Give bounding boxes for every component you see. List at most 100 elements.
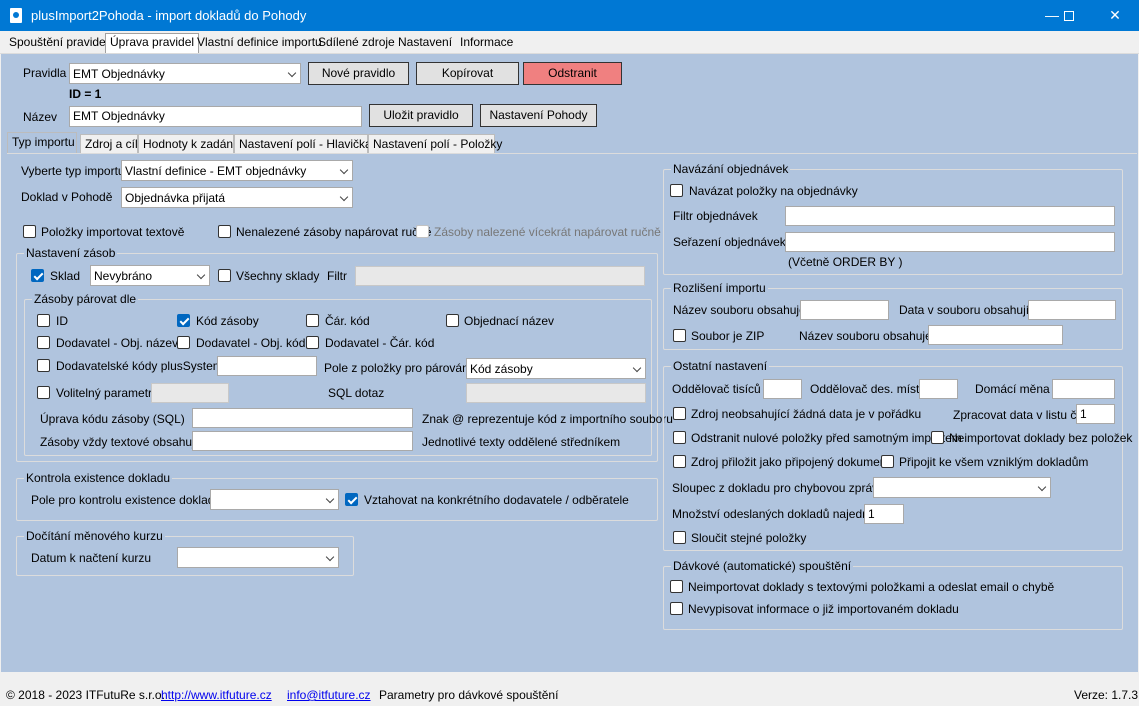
process-sheet-label: Zpracovat data v listu č. (953, 408, 1080, 422)
email-link[interactable]: info@itfuture.cz (287, 688, 371, 702)
optional-param-label: Volitelný parametr (56, 386, 153, 400)
delete-rule-button[interactable]: Odstranit (523, 62, 622, 85)
batch-title: Dávkové (automatické) spouštění (671, 559, 854, 573)
multi-found-checkbox[interactable] (416, 225, 429, 238)
tab-nastaveni-poli-polozky[interactable]: Nastavení polí - Položky (368, 134, 502, 153)
process-sheet-input[interactable]: 1 (1076, 404, 1115, 424)
batch-count-input[interactable]: 1 (864, 504, 904, 524)
rate-date-select[interactable] (177, 547, 339, 568)
pair-dod-car-checkbox[interactable] (306, 336, 319, 349)
tab-uprava-pravidel[interactable]: Úprava pravidel (105, 33, 200, 53)
code-edit-label: Úprava kódu zásoby (SQL) (40, 412, 185, 426)
code-edit-input[interactable] (192, 408, 413, 428)
stock-filter-input[interactable] (355, 266, 645, 286)
sklad-checkbox[interactable] (31, 269, 44, 282)
tab-sdilene-zdroje[interactable]: Sdílené zdroje (314, 34, 399, 52)
merge-checkbox[interactable] (673, 531, 686, 544)
decimal-label: Oddělovač des. míst (810, 382, 920, 396)
pair-obj-checkbox[interactable] (446, 314, 459, 327)
tab-zdroj-a-cil[interactable]: Zdroj a cíl (80, 134, 138, 153)
batch-params-text[interactable]: Parametry pro dávkové spouštění (379, 688, 558, 702)
dod-plus-input[interactable] (217, 356, 317, 376)
data-contains-input[interactable] (1028, 300, 1116, 320)
pair-car-checkbox[interactable] (306, 314, 319, 327)
new-rule-button[interactable]: Nové pravidlo (308, 62, 409, 85)
attach-all-checkbox[interactable] (881, 455, 894, 468)
no-text-items-checkbox[interactable] (670, 580, 683, 593)
website-link[interactable]: http://www.itfuture.cz (161, 688, 272, 702)
link-orders-checkbox[interactable] (670, 184, 683, 197)
optional-param-checkbox[interactable] (37, 386, 50, 399)
error-column-select[interactable] (873, 477, 1051, 498)
tab-spousteni-pravidel[interactable]: Spouštění pravidel (5, 34, 112, 52)
remove-zero-checkbox[interactable] (673, 431, 686, 444)
optional-param-input[interactable] (151, 383, 229, 403)
orders-sort-input[interactable] (785, 232, 1115, 252)
currency-input[interactable] (1052, 379, 1115, 399)
pair-kod-checkbox[interactable] (177, 314, 190, 327)
empty-ok-checkbox[interactable] (673, 407, 686, 420)
stock-settings-title: Nastavení zásob (24, 246, 118, 260)
remove-zero-label: Odstranit nulové položky před samotným i… (691, 431, 962, 445)
zip-name-input[interactable] (928, 325, 1063, 345)
no-info-label: Nevypisovat informace o již importovaném… (688, 602, 959, 616)
no-info-checkbox[interactable] (670, 602, 683, 615)
maximize-icon[interactable] (1046, 0, 1092, 31)
tab-nastaveni-poli-hlavicka[interactable]: Nastavení polí - Hlavička (234, 134, 372, 153)
pair-dod-obj-label: Dodavatel - Obj. název (56, 336, 179, 350)
sklad-label: Sklad (50, 269, 81, 283)
existence-field-select[interactable] (210, 489, 339, 510)
rule-select[interactable]: EMT Objednávky (69, 63, 301, 84)
pair-dod-kod-checkbox[interactable] (177, 336, 190, 349)
tab-hodnoty-k-zadani[interactable]: Hodnoty k zadání (138, 134, 236, 153)
pair-field-select[interactable]: Kód zásoby (466, 358, 646, 379)
import-type-label: Vyberte typ importu (21, 164, 125, 178)
pair-car-label: Čár. kód (325, 314, 370, 328)
tab-nastaveni[interactable]: Nastavení (394, 34, 456, 52)
chevron-down-icon (196, 270, 206, 280)
not-found-checkbox[interactable] (218, 225, 231, 238)
no-items-checkbox[interactable] (931, 431, 944, 444)
text-contains-input[interactable] (192, 431, 413, 451)
pair-field-label: Pole z položky pro párování (324, 361, 473, 375)
close-icon[interactable]: ✕ (1092, 0, 1138, 31)
sql-input[interactable] (466, 383, 646, 403)
tab-typ-importu[interactable]: Typ importu (7, 132, 77, 154)
orders-filter-input[interactable] (785, 206, 1115, 226)
status-bar: © 2018 - 2023 ITFutuRe s.r.o. http://www… (0, 684, 1139, 706)
code-edit-note: Znak @ reprezentuje kód z importního sou… (422, 412, 673, 426)
rule-label: Pravidla (23, 66, 67, 80)
file-contains-input[interactable] (800, 300, 889, 320)
tab-informace[interactable]: Informace (456, 34, 517, 52)
copyright-text: © 2018 - 2023 ITFutuRe s.r.o. (6, 688, 165, 702)
version-text: Verze: 1.7.3 (1074, 688, 1139, 702)
rule-name-input[interactable]: EMT Objednávky (69, 106, 362, 127)
pair-obj-label: Objednací název (464, 314, 555, 328)
thousands-input[interactable] (763, 379, 802, 399)
all-warehouses-label: Všechny sklady (236, 269, 320, 283)
all-warehouses-checkbox[interactable] (218, 269, 231, 282)
pair-kod-label: Kód zásoby (196, 314, 259, 328)
pair-dod-plus-label: Dodavatelské kódy plusSystem (56, 359, 223, 373)
attach-checkbox[interactable] (673, 455, 686, 468)
pohoda-settings-button[interactable]: Nastavení Pohody (480, 104, 597, 127)
decimal-input[interactable] (919, 379, 958, 399)
items-text-checkbox[interactable] (23, 225, 36, 238)
doc-type-label: Doklad v Pohodě (21, 190, 113, 204)
doc-type-select[interactable]: Objednávka přijatá (121, 187, 353, 208)
pair-dod-plus-checkbox[interactable] (37, 359, 50, 372)
save-rule-button[interactable]: Uložit pravidlo (369, 104, 473, 127)
pair-id-checkbox[interactable] (37, 314, 50, 327)
pair-dod-obj-checkbox[interactable] (37, 336, 50, 349)
zip-checkbox[interactable] (673, 329, 686, 342)
import-type-select[interactable]: Vlastní definice - EMT objednávky (121, 160, 353, 181)
data-contains-label: Data v souboru obsahují (899, 303, 1030, 317)
sklad-select[interactable]: Nevybráno (90, 265, 210, 286)
text-contains-note: Jednotlivé texty oddělené středníkem (422, 435, 621, 449)
app-document-icon (10, 8, 22, 23)
vztahovat-checkbox[interactable] (345, 493, 358, 506)
copy-rule-button[interactable]: Kopírovat (416, 62, 519, 85)
title-bar: plusImport2Pohoda - import dokladů do Po… (0, 0, 1139, 31)
batch-group: Dávkové (automatické) spouštění (663, 559, 1123, 630)
tab-vlastni-definice[interactable]: Vlastní definice importu (193, 34, 326, 52)
